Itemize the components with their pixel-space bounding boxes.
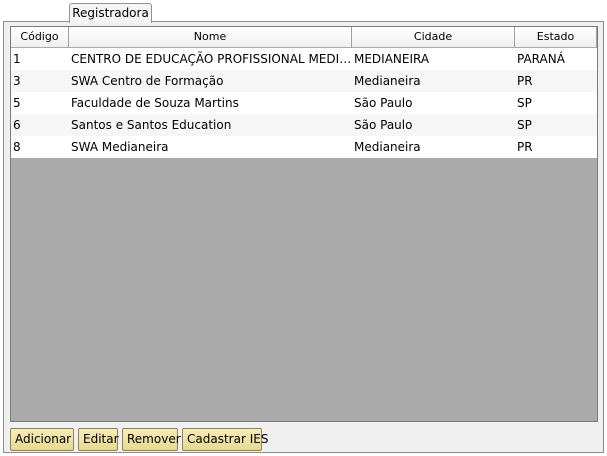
add-button[interactable]: Adicionar [10, 428, 74, 451]
table-row[interactable]: 6 Santos e Santos Education São Paulo SP [11, 114, 597, 136]
edit-button[interactable]: Editar [78, 428, 119, 451]
register-ies-button[interactable]: Cadastrar IES [182, 428, 268, 451]
cell-nome: Santos e Santos Education [71, 118, 232, 132]
tab-panel: Código Nome Cidade Estado 1 CENTRO DE ED… [3, 21, 604, 453]
cell-codigo: 3 [13, 74, 21, 88]
remove-button-label: Remover [127, 432, 181, 446]
table-header: Código Nome Cidade Estado [11, 27, 597, 47]
table-row[interactable]: 5 Faculdade de Souza Martins São Paulo S… [11, 92, 597, 114]
cell-nome: SWA Medianeira [71, 140, 169, 154]
cell-nome: Faculdade de Souza Martins [71, 96, 239, 110]
cell-cidade: Medianeira [354, 74, 421, 88]
remove-button[interactable]: Remover [122, 428, 181, 451]
edit-button-label: Editar [83, 432, 119, 446]
cell-cidade: São Paulo [354, 96, 413, 110]
tab-label: Registradora [72, 6, 149, 20]
column-header-estado[interactable]: Estado [515, 27, 597, 47]
cell-estado: PR [517, 140, 533, 154]
table-row[interactable]: 1 CENTRO DE EDUCAÇÃO PROFISSIONAL MEDIAN… [11, 48, 597, 70]
cell-estado: SP [517, 118, 532, 132]
column-header-cidade[interactable]: Cidade [352, 27, 515, 47]
cell-codigo: 8 [13, 140, 21, 154]
add-button-label: Adicionar [15, 432, 72, 446]
cell-estado: PARANÁ [517, 52, 565, 66]
cell-estado: PR [517, 74, 533, 88]
column-header-codigo[interactable]: Código [11, 27, 69, 47]
registradora-table[interactable]: Código Nome Cidade Estado 1 CENTRO DE ED… [10, 26, 598, 422]
cell-cidade: Medianeira [354, 140, 421, 154]
cell-nome: CENTRO DE EDUCAÇÃO PROFISSIONAL MEDIANEI… [71, 52, 352, 66]
cell-cidade: MEDIANEIRA [354, 52, 430, 66]
table-row[interactable]: 3 SWA Centro de Formação Medianeira PR [11, 70, 597, 92]
cell-cidade: São Paulo [354, 118, 413, 132]
register-ies-button-label: Cadastrar IES [187, 432, 269, 446]
cell-codigo: 5 [13, 96, 21, 110]
cell-nome: SWA Centro de Formação [71, 74, 224, 88]
cell-estado: SP [517, 96, 532, 110]
column-header-nome[interactable]: Nome [69, 27, 352, 47]
cell-codigo: 6 [13, 118, 21, 132]
table-row[interactable]: 8 SWA Medianeira Medianeira PR [11, 136, 597, 158]
tab-registradora[interactable]: Registradora [69, 3, 152, 23]
cell-codigo: 1 [13, 52, 21, 66]
